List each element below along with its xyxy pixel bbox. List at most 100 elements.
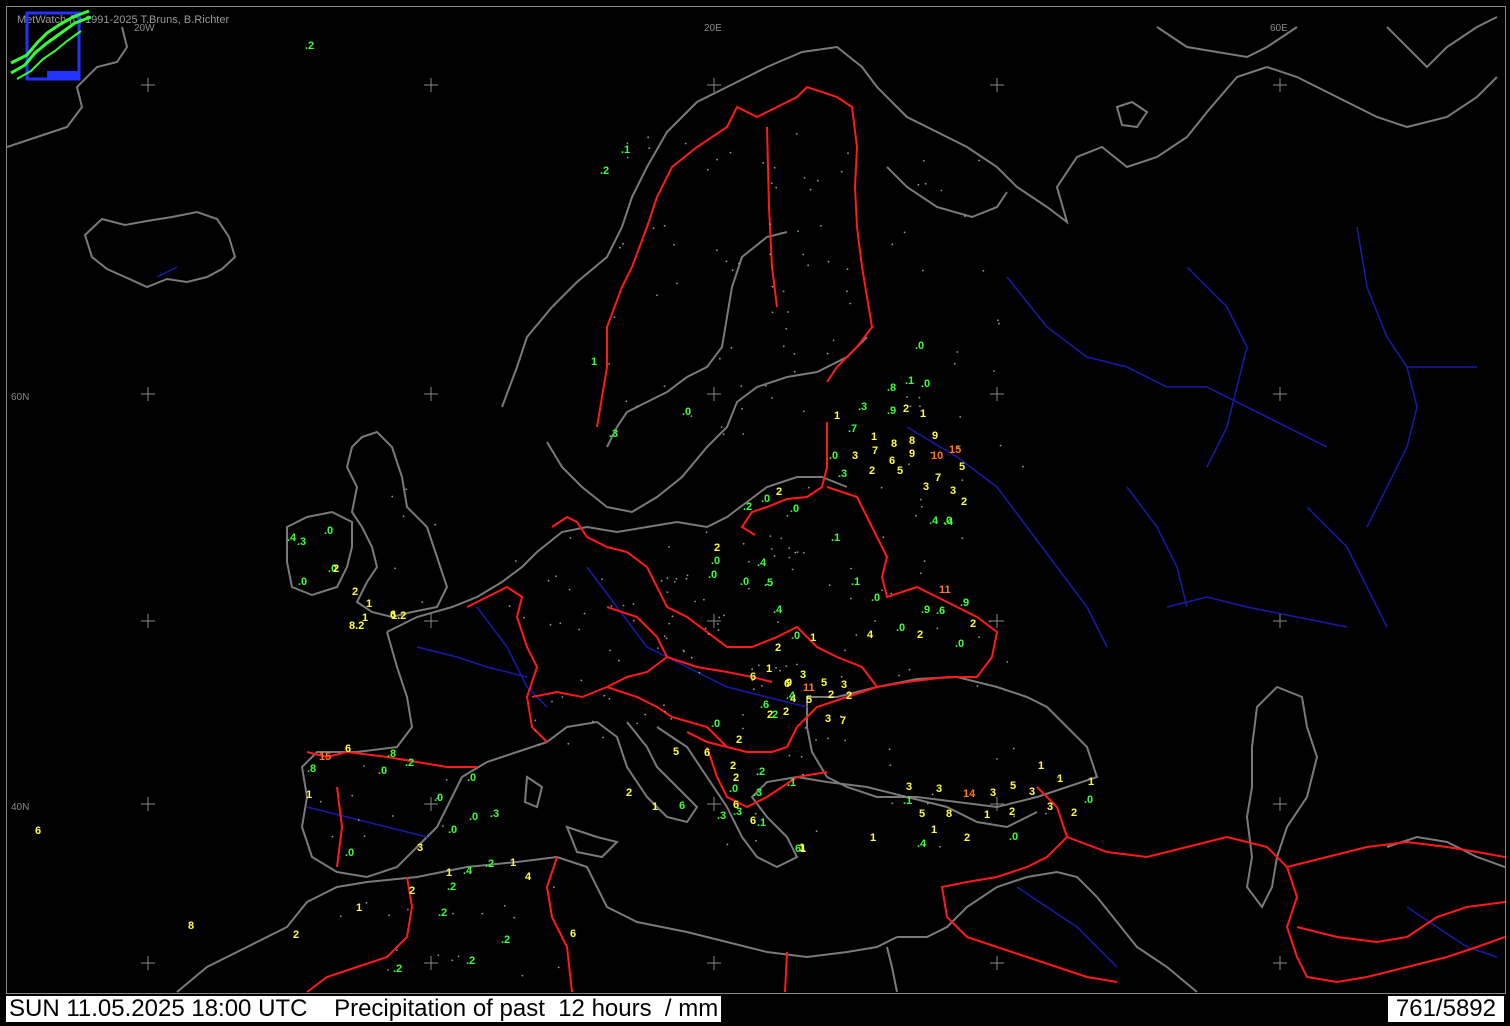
station-dot — [622, 604, 625, 607]
station-dot — [609, 649, 611, 652]
precip-value: .0 — [791, 630, 800, 642]
map-window: 20W 20E 60E 60N 40N .2.1.2 1.0.3.0.1.0.8.… — [0, 0, 1510, 1026]
precip-value: 2 — [1071, 807, 1077, 819]
station-dot — [561, 696, 564, 698]
station-dot — [788, 556, 791, 559]
precip-value: .7 — [848, 423, 857, 435]
precip-value: .6 — [936, 605, 945, 617]
precip-value: .2 — [405, 757, 414, 769]
station-dot — [365, 901, 368, 904]
timestamp-text: SUN 11.05.2025 18:00 UTC — [9, 995, 308, 1022]
station-dot — [769, 535, 772, 537]
precip-value: .8 — [307, 763, 316, 775]
station-dot — [707, 633, 710, 636]
station-dot — [796, 663, 798, 666]
station-dot — [613, 316, 616, 318]
station-dot — [730, 346, 733, 349]
precip-value: 14 — [963, 788, 976, 800]
precip-value: .4 — [786, 690, 796, 702]
precip-value: 3 — [923, 481, 929, 493]
station-dot — [608, 698, 611, 700]
station-dot — [755, 839, 757, 842]
station-dot — [363, 765, 365, 767]
precip-value: 2 — [352, 586, 358, 598]
station-dot — [656, 294, 658, 297]
station-dot — [920, 498, 922, 501]
station-dot — [807, 486, 810, 489]
precip-value: .0 — [448, 824, 457, 836]
station-dot — [956, 351, 959, 353]
station-dot — [782, 290, 785, 293]
station-dot — [742, 542, 745, 545]
station-dot — [636, 722, 639, 725]
metwatch-logo-icon — [10, 9, 92, 81]
station-dot — [452, 912, 454, 915]
precip-value: 4 — [525, 871, 532, 883]
precip-value: 5 — [919, 808, 925, 820]
precip-value: 3 — [417, 842, 423, 854]
precip-value: 1 — [834, 410, 840, 422]
precip-value: .4 — [757, 557, 767, 569]
precip-value: 2 — [776, 486, 782, 498]
station-dot — [795, 133, 798, 135]
station-dot — [770, 182, 773, 185]
station-dot — [742, 714, 744, 716]
station-dot — [578, 628, 581, 631]
precip-value: 2 — [828, 689, 834, 701]
station-dot — [555, 575, 557, 578]
station-dot — [826, 352, 829, 355]
precip-value: .2 — [305, 40, 314, 52]
precip-value: 2 — [1009, 806, 1015, 818]
station-dot — [363, 835, 366, 837]
station-dot — [717, 623, 719, 625]
station-dot — [807, 264, 809, 267]
precip-value: .3 — [297, 536, 306, 548]
station-dot — [748, 587, 750, 590]
precip-value: .3 — [858, 401, 867, 413]
station-dot — [567, 742, 570, 745]
label-60e: 60E — [1270, 23, 1288, 34]
precip-value: 8 — [891, 438, 897, 450]
station-dot — [891, 243, 894, 246]
precip-value: 9 — [909, 448, 915, 460]
station-dot — [632, 603, 635, 605]
station-dot — [802, 410, 805, 413]
station-dot — [1012, 747, 1015, 750]
precipitation-map[interactable]: 20W 20E 60E 60N 40N .2.1.2 1.0.3.0.1.0.8.… — [6, 6, 1506, 994]
precip-value: 2 — [970, 618, 976, 630]
status-bar: SUN 11.05.2025 18:00 UTC Precipitation o… — [6, 995, 722, 1022]
station-dot — [351, 794, 354, 797]
station-dot — [815, 830, 818, 833]
station-dot — [773, 166, 776, 169]
precip-value: 3 — [800, 669, 806, 681]
precip-value: 2 — [903, 403, 909, 415]
precip-value: 3 — [1029, 786, 1035, 798]
precip-value: 6 — [889, 455, 895, 467]
station-dot — [723, 614, 725, 617]
station-dot — [796, 551, 799, 553]
station-dot — [706, 168, 709, 171]
station-dot — [717, 629, 720, 632]
station-dot — [559, 622, 562, 625]
station-dot — [445, 779, 448, 781]
precip-value: 2 — [846, 690, 852, 702]
precip-value: 3 — [906, 781, 912, 793]
station-dot — [601, 578, 603, 580]
map-canvas: 20W 20E 60E 60N 40N .2.1.21.0.3.0.1.0.8.… — [7, 16, 1505, 993]
precip-value: .4 — [944, 516, 954, 528]
precip-value: .2 — [447, 881, 456, 893]
precip-value: 1 — [1038, 760, 1044, 772]
station-dot — [339, 915, 342, 918]
station-dot — [705, 531, 708, 534]
station-dot — [764, 385, 767, 387]
precip-value: 6 — [750, 815, 756, 827]
station-dot — [538, 744, 541, 746]
station-dot — [787, 311, 789, 313]
station-dot — [720, 426, 723, 428]
station-dot — [618, 659, 620, 662]
precip-value: 7 — [840, 715, 846, 727]
station-dot — [513, 916, 516, 919]
precip-value: .0 — [469, 811, 478, 823]
station-dot — [880, 486, 883, 489]
station-dot — [686, 574, 689, 577]
